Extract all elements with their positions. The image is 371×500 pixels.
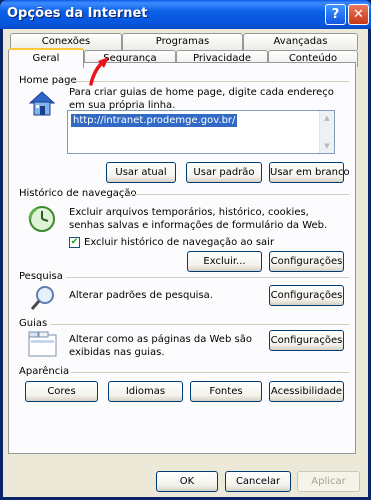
history-settings-button[interactable]: Configurações (269, 251, 344, 272)
appearance-divider (71, 372, 349, 373)
guias-description: Alterar como as páginas da Web são exibi… (69, 334, 252, 358)
apply-button[interactable]: Aplicar (297, 471, 360, 492)
delete-history-button[interactable]: Excluir... (187, 251, 262, 272)
guias-divider (50, 324, 349, 325)
search-section-label: Pesquisa (19, 271, 63, 282)
delete-on-exit-checkbox[interactable]: ✔ (69, 237, 80, 248)
magnifier-icon (30, 286, 54, 310)
colors-button[interactable]: Cores (25, 381, 98, 402)
home-page-divider (72, 81, 349, 82)
address-box-scrollbar[interactable]: ▲ ▼ (319, 111, 334, 153)
search-description: Alterar padrões de pesquisa. (69, 290, 213, 301)
home-page-section-label: Home page (19, 75, 77, 86)
use-default-button[interactable]: Usar padrão (186, 162, 262, 183)
appearance-section-label: Aparência (19, 366, 70, 377)
tabs-window-icon (28, 331, 57, 357)
search-divider (66, 277, 349, 278)
home-page-description: Para criar guias de home page, digite ca… (69, 87, 334, 111)
annotation-arrow-icon (89, 57, 109, 86)
ok-button[interactable]: OK (156, 471, 218, 492)
search-settings-button[interactable]: Configurações (269, 285, 344, 306)
languages-button[interactable]: Idiomas (108, 381, 183, 402)
history-clock-icon (28, 206, 55, 232)
guias-section-label: Guias (19, 318, 48, 329)
scroll-down-arrow-icon[interactable]: ▼ (321, 140, 333, 152)
close-button[interactable]: ✕ (348, 4, 369, 25)
history-divider (127, 194, 349, 195)
scroll-up-arrow-icon[interactable]: ▲ (321, 112, 333, 124)
home-page-address-box[interactable]: http://intranet.prodemge.gov.br/ ▲ ▼ (67, 110, 335, 154)
window-title: Opções da Internet (7, 6, 148, 21)
history-section-label: Histórico de navegação (19, 188, 137, 199)
cancel-button[interactable]: Cancelar (225, 471, 291, 492)
home-page-url[interactable]: http://intranet.prodemge.gov.br/ (71, 114, 238, 127)
use-current-button[interactable]: Usar atual (106, 162, 176, 183)
tab-avancadas[interactable]: Avançadas (243, 33, 358, 50)
help-button[interactable]: ? (325, 4, 346, 25)
history-description: Excluir arquivos temporários, histórico,… (69, 207, 328, 231)
use-blank-button[interactable]: Usar em branco (269, 162, 350, 183)
guias-settings-button[interactable]: Configurações (269, 330, 344, 351)
tab-programas[interactable]: Programas (122, 33, 243, 50)
delete-on-exit-label: Excluir histórico de navegação ao sair (84, 237, 275, 248)
accessibility-button[interactable]: Acessibilidade (269, 381, 344, 402)
fonts-button[interactable]: Fontes (190, 381, 262, 402)
tab-geral[interactable]: Geral (8, 48, 84, 68)
title-bar[interactable]: Opções da Internet ? ✕ (0, 0, 371, 29)
house-icon (28, 91, 56, 116)
